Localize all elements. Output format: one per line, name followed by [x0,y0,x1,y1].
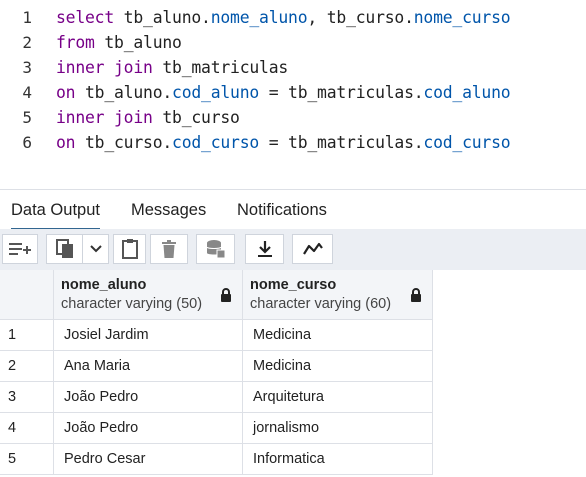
code-text: on tb_aluno.cod_aluno = tb_matriculas.co… [56,80,511,105]
table-cell[interactable]: Medicina [243,351,433,382]
table-cell[interactable]: jornalismo [243,413,433,444]
sql-column-ref: cod_curso [423,133,511,152]
sql-keyword: on [56,83,76,102]
query-editor[interactable]: 1 select tb_aluno.nome_aluno, tb_curso.n… [0,0,586,189]
row-number[interactable]: 3 [0,382,54,413]
row-number[interactable]: 1 [0,320,54,351]
paste-icon [121,239,138,259]
column-header-nome-curso[interactable]: nome_curso character varying (60) [243,270,433,320]
tab-data-output[interactable]: Data Output [11,190,100,230]
add-row-button[interactable] [2,234,38,264]
code-line[interactable]: 6 on tb_curso.cod_curso = tb_matriculas.… [0,130,586,155]
line-number: 6 [22,133,32,152]
table-cell[interactable]: Medicina [243,320,433,351]
download-icon [257,241,272,257]
sql-column-ref: nome_aluno [210,8,308,27]
row-number[interactable]: 5 [0,444,54,475]
download-button[interactable] [245,234,284,264]
table-cell[interactable]: Informatica [243,444,433,475]
table-cell[interactable]: João Pedro [54,382,243,413]
sql-text: , tb_curso. [307,8,414,27]
copy-button[interactable] [46,234,82,264]
tab-messages[interactable]: Messages [131,190,206,229]
column-name: nome_curso [250,277,337,293]
sql-keyword: from [56,33,95,52]
data-grid: nome_aluno character varying (50) nome_c… [0,270,586,477]
graph-visualiser-button[interactable] [292,234,333,264]
code-text: inner join tb_curso [56,105,240,130]
code-text: inner join tb_matriculas [56,55,288,80]
sql-text: tb_matriculas [152,58,289,77]
code-line[interactable]: 2 from tb_aluno [0,30,586,55]
sql-keyword: inner join [56,108,153,127]
delete-button[interactable] [150,234,188,264]
column-header-nome-aluno[interactable]: nome_aluno character varying (50) [54,270,243,320]
code-line[interactable]: 4 on tb_aluno.cod_aluno = tb_matriculas.… [0,80,586,105]
line-number: 1 [22,8,32,27]
table-cell[interactable]: Ana Maria [54,351,243,382]
row-number[interactable]: 4 [0,413,54,444]
column-name: nome_aluno [61,277,147,293]
line-number: 3 [22,58,32,77]
delete-icon [162,240,176,258]
result-tabs: Data Output Messages Notifications [0,189,586,230]
result-toolbar [0,229,586,270]
code-text: from tb_aluno [56,30,182,55]
lock-icon [411,288,421,302]
sql-text: = tb_matriculas. [259,83,424,102]
copy-icon [55,239,73,258]
save-data-icon [206,240,225,259]
code-text: on tb_curso.cod_curso = tb_matriculas.co… [56,130,511,155]
paste-button[interactable] [113,234,146,264]
sql-text: tb_aluno [94,33,182,52]
sql-column-ref: nome_curso [413,8,511,27]
sql-text: tb_curso. [75,133,173,152]
copy-options-dropdown[interactable] [82,234,109,264]
code-text: select tb_aluno.nome_aluno, tb_curso.nom… [56,5,511,30]
column-type: character varying (60) [250,296,392,312]
code-line[interactable]: 5 inner join tb_curso [0,105,586,130]
lock-icon [221,288,231,302]
sql-keyword: select [56,8,115,27]
graph-visualiser-icon [302,242,323,255]
line-number: 5 [22,108,32,127]
table-cell[interactable]: Arquitetura [243,382,433,413]
code-line[interactable]: 3 inner join tb_matriculas [0,55,586,80]
sql-text: tb_curso [152,108,240,127]
chevron-down-icon [89,245,102,253]
sql-column-ref: cod_aluno [172,83,260,102]
tab-notifications[interactable]: Notifications [237,190,327,229]
code-line[interactable]: 1 select tb_aluno.nome_aluno, tb_curso.n… [0,5,586,30]
table-cell[interactable]: Josiel Jardim [54,320,243,351]
column-type: character varying (50) [61,296,203,312]
sql-text: tb_aluno. [114,8,211,27]
sql-text: = tb_matriculas. [259,133,424,152]
row-number-header[interactable] [0,270,54,320]
add-row-icon [9,243,31,255]
row-number[interactable]: 2 [0,351,54,382]
sql-keyword: on [56,133,76,152]
sql-column-ref: cod_aluno [423,83,511,102]
line-number: 2 [22,33,32,52]
save-data-button[interactable] [196,234,235,264]
sql-column-ref: cod_curso [172,133,260,152]
sql-text: tb_aluno. [75,83,173,102]
sql-keyword: inner join [56,58,153,77]
table-cell[interactable]: João Pedro [54,413,243,444]
table-cell[interactable]: Pedro Cesar [54,444,243,475]
line-number: 4 [22,83,32,102]
